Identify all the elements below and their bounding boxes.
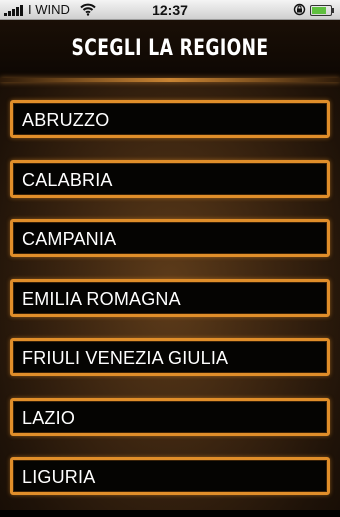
battery-icon (310, 5, 334, 16)
region-item-label: FRIULI VENEZIA GIULIA (22, 348, 229, 368)
rotation-lock-icon (293, 3, 306, 16)
region-item-label: LIGURIA (22, 467, 96, 487)
region-item-label: EMILIA ROMAGNA (22, 288, 181, 309)
region-item-emilia-romagna[interactable]: EMILIA ROMAGNA (10, 278, 330, 317)
title-divider (0, 78, 340, 82)
region-item-label: CAMPANIA (22, 229, 117, 249)
region-item-campania[interactable]: CAMPANIA (10, 219, 330, 257)
region-item-friuli-venezia-giulia[interactable]: FRIULI VENEZIA GIULIA (10, 338, 330, 376)
region-item-label: CALABRIA (22, 169, 113, 190)
app-screen: SCEGLI LA REGIONE ABRUZZO CALABRIA CAMPA… (0, 20, 340, 510)
region-item-label: LAZIO (22, 407, 76, 428)
status-bar: I WIND 12:37 (0, 0, 340, 20)
title-bar: SCEGLI LA REGIONE (0, 20, 340, 78)
page-title: SCEGLI LA REGIONE (71, 36, 269, 61)
region-item-calabria[interactable]: CALABRIA (10, 159, 330, 198)
region-item-label: ABRUZZO (22, 110, 110, 130)
region-item-lazio[interactable]: LAZIO (10, 397, 330, 436)
battery-level (312, 7, 326, 14)
region-item-abruzzo[interactable]: ABRUZZO (10, 100, 330, 138)
clock: 12:37 (152, 2, 188, 18)
region-list: ABRUZZO CALABRIA CAMPANIA EMILIA ROMAGNA… (10, 100, 330, 517)
region-item-liguria[interactable]: LIGURIA (10, 457, 330, 495)
